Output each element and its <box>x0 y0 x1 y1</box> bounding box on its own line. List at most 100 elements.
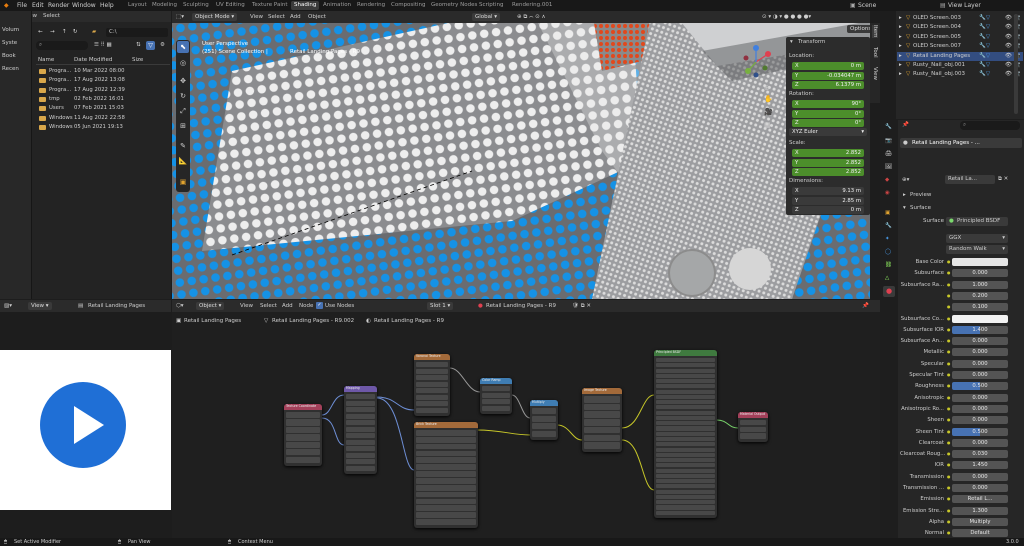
node-socket-row[interactable] <box>482 399 510 405</box>
property-row[interactable]: IOR ● 1.450 <box>900 461 1022 470</box>
node-header[interactable]: Material Output <box>738 412 768 418</box>
path-field[interactable]: C:\ <box>106 28 168 37</box>
node-socket-row[interactable] <box>416 436 476 443</box>
col-date[interactable]: Date Modified <box>74 57 112 63</box>
node-socket-row[interactable] <box>416 362 448 368</box>
list-item[interactable]: Windows 11 Aug 2022 22:58 <box>37 114 169 123</box>
surface-arrow-icon[interactable]: ▾ <box>903 205 906 211</box>
node-socket-row[interactable] <box>656 437 715 442</box>
node-socket-row[interactable] <box>656 468 715 473</box>
property-row[interactable]: Alpha ● Multiply <box>900 517 1022 527</box>
tab-scripting[interactable]: Scripting <box>476 1 506 10</box>
node[interactable]: Mapping <box>344 386 377 474</box>
socket-dot-icon[interactable]: ● <box>947 270 951 275</box>
property-row[interactable]: Transmission ... ● 0.000 <box>900 484 1022 493</box>
property-row[interactable]: Base Color ● <box>900 258 1022 267</box>
object-icon[interactable]: ▣ <box>885 210 890 216</box>
node-socket-row[interactable] <box>286 412 320 419</box>
col-name[interactable]: Name <box>38 57 54 63</box>
node-socket-row[interactable] <box>656 458 715 463</box>
property-value[interactable]: 0.000 <box>952 416 1008 425</box>
tab-animation[interactable]: Animation <box>320 1 354 10</box>
socket-dot-icon[interactable]: ● <box>947 519 951 524</box>
node-socket-row[interactable] <box>656 426 715 431</box>
node-socket-row[interactable] <box>346 420 375 426</box>
material-browse-icon[interactable]: ⊕▾ <box>902 177 909 183</box>
property-row[interactable]: Anisotropic Ro... ● 0.000 <box>900 404 1022 414</box>
node-socket-row[interactable] <box>740 433 766 439</box>
view-menu[interactable]: View ▾ <box>28 302 52 310</box>
visibility-icon[interactable]: 👁 📷 <box>1005 71 1021 77</box>
view-layer-tab-icon[interactable]: 🖼 <box>885 164 892 170</box>
node-socket-row[interactable] <box>532 430 556 437</box>
select-box-icon[interactable]: ⬉ <box>177 41 189 53</box>
socket-dot-icon[interactable]: ● <box>947 496 951 501</box>
blender-logo-icon[interactable]: ◆ <box>4 2 9 9</box>
node-header[interactable]: Color Ramp <box>480 378 512 384</box>
editor-type-icon[interactable]: ⬚▾ <box>176 14 184 20</box>
vp-menu-view[interactable]: View <box>250 14 263 20</box>
property-value[interactable]: 0.000 <box>952 472 1008 481</box>
node[interactable]: Material Output <box>738 412 768 442</box>
node-socket-row[interactable] <box>346 407 375 413</box>
node-socket-row[interactable] <box>532 423 556 430</box>
property-value[interactable]: 0.000 <box>952 438 1008 447</box>
tab-texture-paint[interactable]: Texture Paint <box>249 1 291 10</box>
socket-dot-icon[interactable]: ● <box>947 316 951 321</box>
node-socket-row[interactable] <box>346 439 375 445</box>
rotation-mode-select[interactable]: XYZ Euler ▾ <box>789 128 867 136</box>
node-socket-row[interactable] <box>286 426 320 434</box>
node-socket-row[interactable] <box>416 407 448 413</box>
node-socket-row[interactable] <box>656 431 715 436</box>
node-socket-row[interactable] <box>346 446 375 452</box>
node-socket-row[interactable] <box>416 394 448 400</box>
zoom-icon[interactable]: ⊕ <box>764 84 770 92</box>
node[interactable]: Principled BSDF <box>654 350 717 518</box>
node-socket-row[interactable] <box>416 375 448 381</box>
node-socket-row[interactable] <box>286 419 320 426</box>
property-row[interactable]: Sheen ● 0.000 <box>900 416 1022 425</box>
node-header[interactable]: Voronoi Texture <box>414 354 450 360</box>
property-value[interactable]: 0.500 <box>952 382 1008 391</box>
property-value[interactable]: 0.200 <box>952 291 1008 300</box>
socket-dot-icon[interactable]: ● <box>947 383 951 388</box>
node-socket-row[interactable] <box>286 434 320 441</box>
overlay-icons[interactable]: ⊙ ▾ ◑ ▾ ● ● ● ●▾ <box>762 14 811 20</box>
tab-compositing[interactable]: Compositing <box>388 1 428 10</box>
node-socket-row[interactable] <box>656 384 715 389</box>
shader-editor[interactable]: ⬡▾ Object ▾ View Select Add Node ✓ Use N… <box>172 300 880 538</box>
expand-arrow-icon[interactable]: ▸ <box>899 34 902 40</box>
editor-type-icon[interactable]: ▨▾ <box>4 303 12 309</box>
expand-arrow-icon[interactable]: ▸ <box>899 71 902 77</box>
node-header[interactable]: Image Texture <box>582 388 622 394</box>
preview-section[interactable]: Preview <box>910 192 931 198</box>
node-socket-row[interactable] <box>346 465 375 471</box>
scene-tab-icon[interactable]: ◆ <box>885 177 889 183</box>
node-socket-row[interactable] <box>656 368 715 373</box>
outliner-item[interactable]: ▸ ▽ Retail Landing Pages 🔧▽ 👁 📷 <box>897 51 1023 61</box>
node-socket-row[interactable] <box>286 456 320 463</box>
node-socket-row[interactable] <box>740 426 766 433</box>
play-circle[interactable] <box>40 382 126 468</box>
data-icon[interactable]: △ <box>885 275 889 281</box>
node-socket-row[interactable] <box>584 442 620 449</box>
filter-icon[interactable]: ▽ <box>146 41 155 50</box>
property-row[interactable]: Metallic ● 0.000 <box>900 348 1022 357</box>
node-header[interactable]: Brick Texture <box>414 422 478 428</box>
scene-name[interactable]: Scene <box>858 2 876 9</box>
surface-shader-select[interactable]: ● Principled BSDF <box>946 217 1008 226</box>
node-socket-row[interactable] <box>656 358 715 363</box>
node-socket-row[interactable] <box>656 389 715 394</box>
outliner-item[interactable]: ▸ ▽ OLED Screen.007 🔧▽ 👁 📷 <box>897 42 1023 51</box>
vp-menu-add[interactable]: Add <box>290 14 301 20</box>
node[interactable]: Texture Coordinate <box>284 404 322 466</box>
property-value[interactable]: 1.400 <box>952 325 1008 334</box>
node-socket-row[interactable] <box>346 452 375 458</box>
node-socket-row[interactable] <box>416 401 448 407</box>
node-socket-row[interactable] <box>656 489 715 494</box>
material-name-field[interactable]: Retail La... <box>945 175 995 184</box>
node-socket-row[interactable] <box>656 494 715 499</box>
sidebar-system[interactable]: Syste <box>2 40 17 46</box>
node-socket-row[interactable] <box>416 519 476 525</box>
new-folder-icon[interactable]: ▰ <box>92 29 96 35</box>
